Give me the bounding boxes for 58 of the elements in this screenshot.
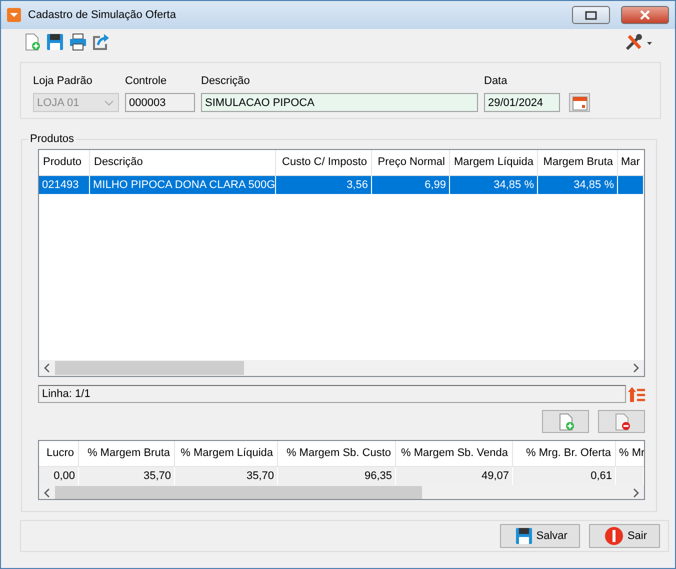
close-icon [639,10,651,20]
printer-icon[interactable] [69,33,87,51]
column-header[interactable]: % Margem Sb. Custo [278,441,396,466]
field-label: Descrição [201,74,251,88]
row-counter: Linha: 1/1 [38,385,626,403]
column-header[interactable]: % Margem Líquida [175,441,278,466]
column-header[interactable]: Lucro [39,441,79,466]
table-cell: 3,56 [346,179,368,191]
table-cell: 49,07 [481,470,509,482]
table-cell: 021493 [42,179,79,191]
table-cell: 35,70 [246,470,274,482]
restore-button[interactable] [572,6,610,24]
table-cell: 0,00 [54,470,75,482]
field-label: Loja Padrão [33,74,94,88]
table-row[interactable]: 021493 MILHO PIPOCA DONA CLARA 500G 3,56 6,99 34,85 % 34,85 % [39,176,644,194]
app-icon [7,8,21,22]
column-header[interactable]: % Margem Bruta [79,441,175,466]
column-header[interactable]: Mar [618,150,644,175]
table-cell: MILHO PIPOCA DONA CLARA 500G [93,179,276,191]
column-header[interactable]: Preço Normal [372,150,450,175]
restore-icon [585,10,597,20]
column-header[interactable]: Descrição [90,150,276,175]
remove-item-button[interactable] [598,410,645,433]
exit-button[interactable]: Sair [589,524,660,548]
field-label: Controle [125,74,168,88]
new-document-icon[interactable] [23,33,41,51]
tools-icon[interactable] [625,33,653,51]
column-header[interactable]: % Margem Sb. Venda [396,441,513,466]
add-item-button[interactable] [542,410,589,433]
sort-order-icon[interactable] [628,386,645,402]
window-title: Cadastro de Simulação Oferta [28,9,177,21]
table-cell: 96,35 [364,470,392,482]
table-cell: 34,85 % [574,179,614,191]
input-field[interactable]: 000003 [125,93,195,112]
new-document-icon [556,412,574,430]
table-cell: 34,85 % [494,179,534,191]
column-header[interactable]: Produto [39,150,90,175]
table-cell: 0,61 [590,470,612,482]
field-label: Data [484,74,508,88]
table-row[interactable]: 0,00 35,70 35,70 96,35 49,07 0,61 [39,467,644,485]
input-field[interactable]: SIMULACAO PIPOCA [201,93,478,112]
column-header[interactable]: Margem Líquida [450,150,538,175]
horizontal-scrollbar[interactable] [39,485,644,499]
save-button[interactable]: Salvar [500,524,580,548]
horizontal-scrollbar[interactable] [39,360,644,376]
power-icon [604,526,624,546]
table-cell: 6,99 [424,179,446,191]
save-icon[interactable] [46,33,64,51]
column-header[interactable]: Margem Bruta [538,150,618,175]
table-cell: 35,70 [143,470,171,482]
input-field[interactable]: 29/01/2024 [484,93,560,112]
delete-document-icon [612,412,630,430]
caret-icon [103,98,115,106]
column-header[interactable]: Custo C/ Imposto [276,150,372,175]
export-icon[interactable] [92,33,110,51]
column-header[interactable]: % Mrg. Br. Oferta [513,441,616,466]
calendar-button[interactable] [569,93,590,112]
close-button[interactable] [621,6,669,24]
